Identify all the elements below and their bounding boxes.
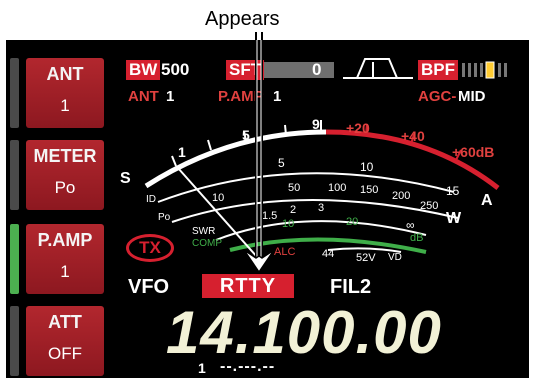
po-scale-label: Po — [158, 212, 171, 223]
vd-tick-52v: 52V — [356, 252, 376, 264]
tx-indicator: TX — [126, 234, 174, 262]
sub-frequency-display: --.---.-- — [220, 358, 276, 375]
id-tick-10: 10 — [360, 160, 374, 174]
analog-meter — [144, 120, 500, 259]
alc-scale-label: ALC — [274, 246, 296, 258]
s-tick-plus60db: +60dB — [452, 144, 495, 160]
s-tick-plus40: +40 — [401, 128, 425, 144]
id-tick-5: 5 — [278, 156, 285, 170]
po-tick-50: 50 — [288, 182, 301, 194]
comp-scale-label: COMP — [192, 238, 222, 249]
po-tick-100: 100 — [328, 182, 347, 194]
swr-tick-3: 3 — [318, 202, 325, 214]
vd-scale-label: VD — [388, 252, 402, 263]
id-tick-15: 15 — [446, 184, 460, 198]
comp-tick-20: 20 — [346, 216, 359, 228]
po-tick-10: 10 — [212, 192, 225, 204]
swr-scale-arc — [215, 220, 427, 241]
side-indicator-att — [10, 306, 19, 376]
main-frequency-display[interactable]: 14.100.00 — [166, 298, 442, 367]
s-tick-5: 5 — [242, 127, 250, 143]
po-tick-250: 250 — [420, 200, 439, 212]
comp-unit-db: dB — [410, 232, 424, 244]
s-tick-plus20: +20 — [346, 120, 370, 136]
s-tick-9: 9 — [312, 116, 320, 132]
po-tick-150: 150 — [360, 184, 379, 196]
id-scale-label: ID — [146, 194, 156, 205]
att-softkey-label: ATT — [48, 312, 82, 332]
annotation-arrow-top — [255, 32, 263, 40]
vfo-label: VFO — [128, 276, 170, 298]
memory-channel-number: 1 — [198, 360, 206, 376]
att-softkey-value: OFF — [48, 344, 82, 363]
vd-tick-44: 44 — [322, 248, 335, 260]
mode-badge-rtty[interactable]: RTTY — [202, 274, 294, 298]
w-scale-label: W — [446, 210, 462, 227]
swr-tick-1-5: 1.5 — [262, 210, 278, 222]
a-scale-label: A — [481, 192, 493, 209]
s-tick-1: 1 — [178, 144, 186, 160]
radio-display: ANT 1 METER Po P.AMP 1 ATT OFF BW 500 SF… — [6, 40, 529, 378]
swr-tick-infinity: ∞ — [406, 218, 415, 232]
comp-tick-10: 10 — [282, 218, 295, 230]
filter-label: FIL2 — [330, 276, 372, 298]
att-softkey[interactable]: ATT OFF — [26, 306, 104, 376]
po-tick-200: 200 — [392, 190, 411, 202]
swr-tick-2: 2 — [290, 204, 297, 216]
swr-scale-label: SWR — [192, 226, 216, 237]
s-scale-label: S — [120, 170, 131, 187]
annotation-area: Appears — [0, 0, 535, 40]
